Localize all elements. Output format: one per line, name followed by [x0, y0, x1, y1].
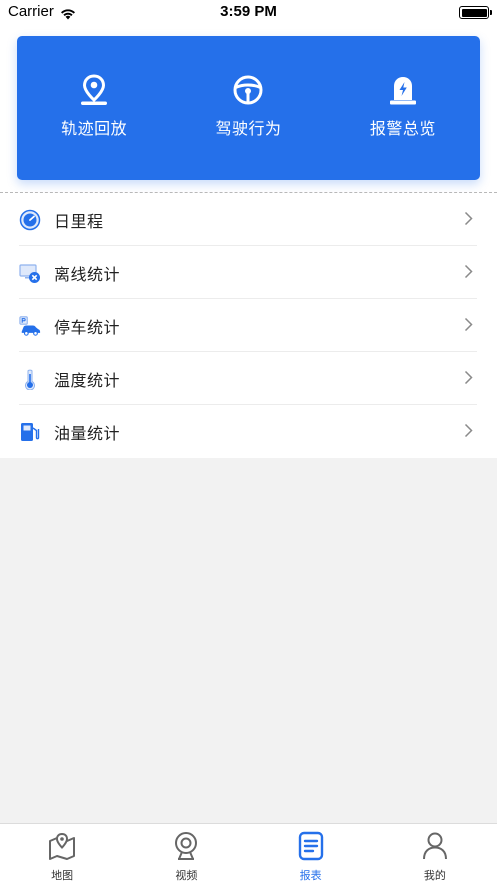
tab-label: 我的 — [423, 869, 446, 882]
tab-profile[interactable]: 我的 — [373, 824, 497, 883]
fuel-pump-icon — [19, 421, 41, 443]
status-bar: Carrier 3:59 PM — [0, 0, 497, 24]
alarm-light-icon — [388, 74, 418, 106]
quick-actions-card: 轨迹回放 驾驶行为 报警总览 — [17, 36, 480, 180]
quick-action-alarm-overview[interactable]: 报警总览 — [326, 36, 480, 180]
tab-report[interactable]: 报表 — [249, 824, 373, 883]
quick-action-label: 报警总览 — [369, 119, 436, 138]
speedometer-icon — [19, 209, 41, 231]
steering-wheel-icon — [232, 74, 264, 106]
quick-action-track-playback[interactable]: 轨迹回放 — [17, 36, 171, 180]
menu-item-daily-mileage[interactable]: 日里程 — [0, 193, 497, 246]
chevron-right-icon — [464, 370, 473, 389]
tab-label: 地图 — [51, 869, 74, 882]
thermometer-icon — [19, 368, 41, 390]
quick-action-driving-behavior[interactable]: 驾驶行为 — [171, 36, 325, 180]
map-icon — [47, 831, 77, 865]
camera-icon — [171, 831, 201, 865]
offline-monitor-icon — [19, 262, 41, 284]
menu-item-label: 油量统计 — [54, 423, 121, 443]
menu-item-label: 日里程 — [54, 211, 104, 231]
menu-item-label: 离线统计 — [54, 264, 121, 284]
report-menu-list: 日里程 离线统计 停车统计 温度统计 油量统计 — [0, 193, 497, 458]
parking-car-icon — [19, 315, 41, 337]
bottom-tab-bar: 地图 视频 报表 我的 — [0, 823, 497, 883]
quick-action-label: 驾驶行为 — [215, 119, 282, 138]
menu-item-fuel-stats[interactable]: 油量统计 — [0, 405, 497, 458]
clock: 3:59 PM — [220, 3, 277, 20]
chevron-right-icon — [464, 264, 473, 283]
profile-icon — [420, 831, 450, 865]
menu-item-offline-stats[interactable]: 离线统计 — [0, 246, 497, 299]
header-area: 轨迹回放 驾驶行为 报警总览 — [0, 24, 497, 193]
menu-item-label: 停车统计 — [54, 317, 121, 337]
report-icon — [296, 831, 326, 865]
battery-icon — [459, 6, 492, 19]
chevron-right-icon — [464, 211, 473, 230]
location-pin-icon — [79, 74, 109, 106]
quick-action-label: 轨迹回放 — [61, 119, 128, 138]
tab-label: 报表 — [299, 869, 322, 882]
tab-video[interactable]: 视频 — [124, 824, 248, 883]
tab-label: 视频 — [175, 869, 198, 882]
menu-item-label: 温度统计 — [54, 370, 121, 390]
menu-item-temperature-stats[interactable]: 温度统计 — [0, 352, 497, 405]
tab-map[interactable]: 地图 — [0, 824, 124, 883]
chevron-right-icon — [464, 423, 473, 442]
chevron-right-icon — [464, 317, 473, 336]
menu-item-parking-stats[interactable]: 停车统计 — [0, 299, 497, 352]
